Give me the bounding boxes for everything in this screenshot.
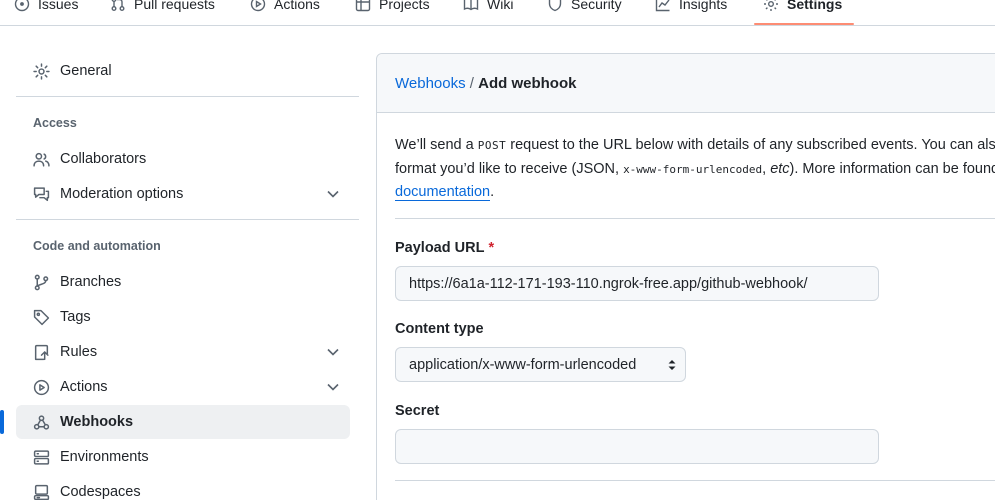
chevron-down-icon[interactable] bbox=[326, 380, 340, 394]
sidebar-item-rules[interactable]: Rules bbox=[16, 335, 350, 369]
sidebar-item-moderation-options[interactable]: Moderation options bbox=[16, 177, 350, 211]
sidebar-item-label: Environments bbox=[60, 449, 149, 465]
content-type-value: application/x-www-form-urlencoded bbox=[409, 356, 637, 373]
panel-header: Webhooks / Add webhook bbox=[377, 54, 995, 113]
tab-security[interactable]: Security bbox=[547, 0, 622, 17]
intro-text: We’ll send a POST request to the URL bel… bbox=[395, 134, 995, 205]
sidebar-item-label: Rules bbox=[60, 344, 98, 360]
content-type-label: Content type bbox=[395, 321, 484, 337]
sidebar-item-label: Codespaces bbox=[60, 484, 141, 500]
intro-text-part: format you’d like to receive (JSON, bbox=[395, 160, 624, 177]
content-type-select[interactable]: application/x-www-form-urlencoded bbox=[395, 347, 686, 382]
breadcrumb-webhooks-link[interactable]: Webhooks bbox=[395, 75, 466, 92]
intro-text-part: , bbox=[762, 160, 771, 177]
sidebar-item-webhooks[interactable]: Webhooks bbox=[0, 405, 350, 439]
tab-issues[interactable]: Issues bbox=[14, 0, 78, 17]
sidebar-item-codespaces[interactable]: Codespaces bbox=[16, 475, 350, 500]
git-branch-icon bbox=[34, 274, 49, 290]
gear-icon bbox=[764, 0, 778, 11]
graph-icon bbox=[655, 0, 670, 12]
selected-tab-underline bbox=[754, 23, 854, 25]
payload-url-value: https://6a1a-112-171-193-110.ngrok-free.… bbox=[409, 275, 808, 292]
sidebar-item-label: Webhooks bbox=[60, 414, 134, 430]
tab-insights[interactable]: Insights bbox=[655, 0, 727, 17]
repo-nav: Issues Pull requests Actions Projects Wi… bbox=[0, 0, 995, 26]
sidebar-divider bbox=[16, 96, 359, 97]
secret-label: Secret bbox=[395, 403, 440, 419]
play-icon bbox=[33, 379, 50, 395]
tab-label: Actions bbox=[274, 0, 320, 12]
sidebar-section-heading: Access bbox=[33, 116, 77, 130]
tab-label: Security bbox=[571, 0, 622, 12]
tab-label: Insights bbox=[679, 0, 728, 12]
tab-label: Projects bbox=[379, 0, 430, 12]
tab-pull-requests[interactable]: Pull requests bbox=[110, 0, 215, 17]
tab-label: Settings bbox=[787, 0, 843, 12]
section-divider bbox=[395, 218, 995, 219]
codespaces-icon bbox=[33, 484, 50, 500]
chevron-down-icon[interactable] bbox=[326, 345, 340, 359]
repo-push-icon bbox=[34, 344, 49, 360]
page-title: Add webhook bbox=[478, 75, 577, 92]
sidebar-section-heading: Code and automation bbox=[33, 239, 161, 253]
tab-wiki[interactable]: Wiki bbox=[463, 0, 513, 17]
section-divider bbox=[395, 480, 995, 481]
table-icon bbox=[355, 0, 371, 12]
server-icon bbox=[33, 449, 50, 465]
shield-icon bbox=[548, 0, 562, 12]
webhook-form-panel: Webhooks / Add webhook We’ll send a POST… bbox=[376, 53, 995, 500]
sidebar-item-branches[interactable]: Branches bbox=[16, 265, 350, 299]
intro-text-part: request to the URL below with details of… bbox=[510, 137, 995, 153]
documentation-link[interactable]: documentation bbox=[395, 184, 491, 201]
comment-discussion-icon bbox=[33, 186, 50, 201]
sidebar-item-label: Actions bbox=[60, 379, 108, 395]
intro-text-part: We’ll send a bbox=[395, 137, 478, 153]
sidebar-item-label: Moderation options bbox=[60, 186, 184, 202]
sidebar-item-label: Tags bbox=[60, 309, 91, 325]
payload-url-label-text: Payload URL bbox=[395, 240, 485, 256]
sidebar-item-tags[interactable]: Tags bbox=[16, 300, 350, 334]
issue-icon bbox=[14, 0, 30, 12]
intro-post-method: POST bbox=[477, 139, 507, 152]
payload-url-label: Payload URL * bbox=[395, 240, 494, 256]
pull-request-icon bbox=[111, 0, 125, 11]
required-asterisk: * bbox=[488, 240, 495, 256]
sidebar-item-label: General bbox=[60, 63, 112, 79]
payload-url-input[interactable]: https://6a1a-112-171-193-110.ngrok-free.… bbox=[395, 266, 879, 301]
sidebar-item-collaborators[interactable]: Collaborators bbox=[16, 142, 350, 176]
secret-input[interactable] bbox=[395, 429, 879, 464]
sidebar-item-label: Collaborators bbox=[60, 151, 147, 167]
tab-label: Wiki bbox=[487, 0, 514, 12]
select-updown-icon bbox=[668, 360, 676, 370]
tab-actions[interactable]: Actions bbox=[250, 0, 320, 17]
webhook-icon bbox=[33, 414, 50, 430]
book-icon bbox=[463, 0, 479, 11]
chevron-down-icon[interactable] bbox=[326, 187, 340, 201]
intro-text-part: ). More information can be found in our … bbox=[789, 160, 995, 177]
breadcrumb-separator: / bbox=[469, 75, 474, 92]
sidebar-item-environments[interactable]: Environments bbox=[16, 440, 350, 474]
tag-icon bbox=[33, 309, 50, 325]
breadcrumb: Webhooks / Add webhook bbox=[395, 75, 576, 92]
tab-projects[interactable]: Projects bbox=[355, 0, 430, 17]
sidebar-item-general[interactable]: General bbox=[16, 54, 350, 88]
sidebar-divider bbox=[16, 219, 359, 220]
intro-text-part: . bbox=[490, 184, 495, 200]
intro-code: x-www-form-urlencoded bbox=[623, 162, 763, 176]
intro-text-part: etc bbox=[770, 160, 790, 177]
people-icon bbox=[33, 152, 50, 167]
sidebar-item-label: Branches bbox=[60, 274, 122, 290]
play-icon bbox=[250, 0, 266, 12]
tab-label: Pull requests bbox=[134, 0, 215, 12]
active-indicator bbox=[0, 410, 4, 434]
tab-settings[interactable]: Settings bbox=[763, 0, 842, 17]
tab-label: Issues bbox=[38, 0, 79, 12]
gear-icon bbox=[33, 62, 50, 80]
sidebar-item-actions[interactable]: Actions bbox=[16, 370, 350, 404]
